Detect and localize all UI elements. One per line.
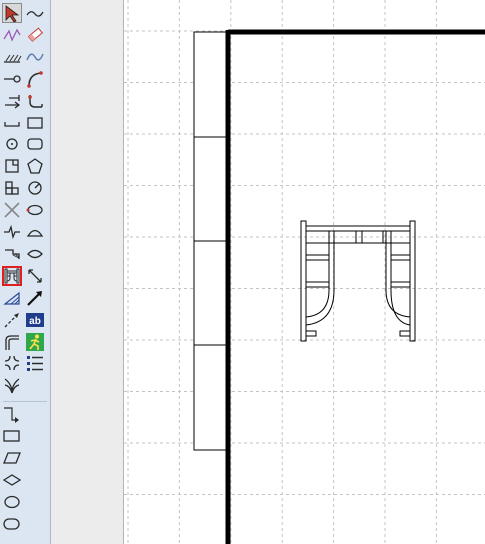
toolbar-separator <box>3 401 47 402</box>
spline-tool[interactable] <box>25 47 45 67</box>
stair-tool[interactable] <box>2 244 22 264</box>
rounded-rectangle-tool[interactable] <box>25 134 45 154</box>
square-corner-tool[interactable] <box>2 156 22 176</box>
process-rectangle-icon <box>3 430 20 442</box>
line-end-tool[interactable] <box>2 69 22 89</box>
arrow-line-icon <box>27 290 42 306</box>
pentagon-icon <box>27 158 43 174</box>
polygon-tool[interactable] <box>25 156 45 176</box>
oval-icon <box>4 495 20 509</box>
half-ellipse-icon <box>26 229 44 237</box>
arc-tool[interactable] <box>25 69 45 89</box>
leaf-shape-tool[interactable] <box>25 244 45 264</box>
bracket-tool[interactable] <box>2 113 22 133</box>
decision-shape-tool[interactable] <box>2 470 22 490</box>
group-squares-icon <box>5 181 19 195</box>
polyline-tool[interactable] <box>25 3 45 23</box>
text-tool[interactable]: ab <box>25 310 45 330</box>
circle-center-tool[interactable] <box>2 134 22 154</box>
circle-center-icon <box>6 138 18 151</box>
four-curve-junction-icon <box>4 356 20 371</box>
rectangle-icon <box>27 116 43 129</box>
rectangle-tool[interactable] <box>25 113 45 133</box>
ellipse-icon <box>26 204 43 216</box>
break-line-tool[interactable] <box>2 222 22 242</box>
line-endpoint-icon <box>4 75 21 83</box>
hatch-tool[interactable] <box>2 47 22 67</box>
svg-text:ab: ab <box>29 316 41 327</box>
scaffold-frame-drawing[interactable] <box>300 220 416 342</box>
gauge-circle-icon <box>28 181 42 195</box>
branch-tool[interactable] <box>2 375 22 395</box>
eraser-tool[interactable] <box>25 25 45 45</box>
pipe-bend-tool[interactable] <box>2 332 22 352</box>
junction-tool[interactable] <box>2 353 22 373</box>
arrow-line-tool[interactable] <box>25 288 45 308</box>
wall-panel-column[interactable] <box>193 31 227 451</box>
square-corner-icon <box>5 159 19 173</box>
bracket-icon <box>4 121 20 127</box>
freehand-line-icon <box>3 28 21 42</box>
text-ab-icon: ab <box>26 312 44 327</box>
freehand-tool[interactable] <box>2 25 22 45</box>
bullet-list-icon <box>27 356 43 372</box>
arrow-dashed-tool[interactable] <box>2 310 22 330</box>
parallelogram-icon <box>3 452 21 464</box>
scaffold-tool[interactable] <box>2 265 22 286</box>
terminator-rounded-tool[interactable] <box>2 514 22 534</box>
person-tool[interactable] <box>25 332 45 352</box>
connector-tool[interactable] <box>2 404 22 424</box>
rounded-rectangle-icon <box>27 138 43 151</box>
data-shape-tool[interactable] <box>2 448 22 468</box>
zigzag-line-icon <box>26 11 44 17</box>
running-person-icon <box>26 332 44 351</box>
u-curve-icon <box>28 94 43 108</box>
slope-hatch-icon <box>3 291 20 305</box>
hatch-icon <box>4 54 22 63</box>
terminator-oval-tool[interactable] <box>2 492 22 512</box>
leaf-shape-icon <box>27 249 43 259</box>
branch-junction-icon <box>4 378 20 394</box>
canvas-margin <box>51 0 123 544</box>
wall-lines[interactable] <box>225 29 485 544</box>
half-ellipse-tool[interactable] <box>25 222 45 242</box>
dimension-tool[interactable] <box>2 91 22 111</box>
diagonal-arrow-tool[interactable] <box>25 266 45 286</box>
select-arrow-tool[interactable] <box>2 3 22 23</box>
ellipse-tool[interactable] <box>25 200 45 220</box>
cross-lines-icon <box>4 202 20 218</box>
elbow-connector-icon <box>4 407 19 423</box>
gauge-tool[interactable] <box>25 178 45 198</box>
eraser-icon <box>27 27 43 42</box>
select-arrow-icon <box>5 5 20 23</box>
slope-tool[interactable] <box>2 288 22 308</box>
scaffold-frame-icon <box>4 268 20 284</box>
diamond-icon <box>2 474 22 486</box>
arc-icon <box>27 70 43 88</box>
u-curve-tool[interactable] <box>25 91 45 111</box>
rounded-terminator-icon <box>3 518 20 530</box>
drawing-surface <box>124 0 485 544</box>
pipe-bend-icon <box>5 334 19 350</box>
grid <box>124 0 485 544</box>
stair-icon <box>5 249 20 259</box>
drawing-canvas[interactable] <box>124 0 485 544</box>
wave-curve-icon <box>26 53 44 61</box>
process-shape-tool[interactable] <box>2 426 22 446</box>
drawing-toolbar: ab <box>0 0 51 544</box>
diagonal-arrows-icon <box>28 269 42 283</box>
break-line-icon <box>4 224 20 240</box>
group-shapes-tool[interactable] <box>2 178 22 198</box>
list-tool[interactable] <box>25 353 45 373</box>
dimension-icon <box>5 94 21 109</box>
dashed-arrow-icon <box>4 312 19 328</box>
cross-tool[interactable] <box>2 200 22 220</box>
